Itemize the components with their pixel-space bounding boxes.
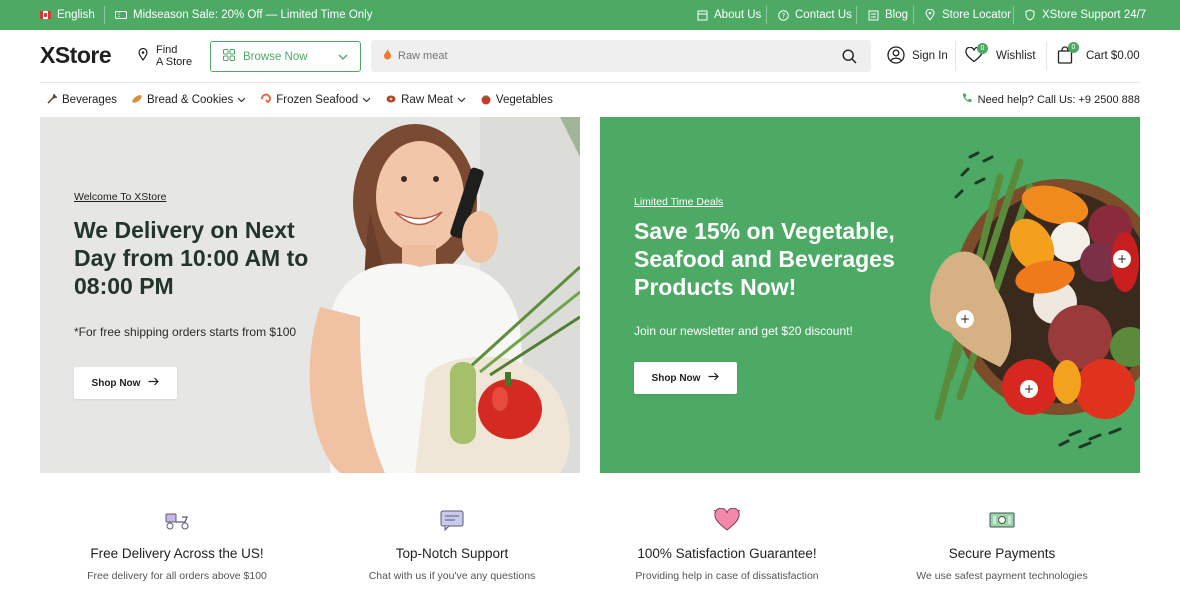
hero-left-title: We Delivery on Next Day from 10:00 AM to… bbox=[74, 217, 309, 299]
hero-banner-deals: + + + Limited Time Deals Save 15% on Veg… bbox=[600, 117, 1140, 473]
wishlist-link[interactable]: 0 Wishlist bbox=[965, 42, 1036, 68]
bottle-icon bbox=[46, 93, 58, 108]
arrow-right-icon bbox=[148, 377, 160, 389]
meat-icon bbox=[385, 93, 397, 108]
heart-icon bbox=[592, 508, 862, 534]
wishlist-count-badge: 0 bbox=[977, 42, 988, 54]
feature-secure-payments: Secure Payments We use safest payment te… bbox=[867, 508, 1137, 582]
hero-right-eyebrow[interactable]: Limited Time Deals bbox=[634, 196, 723, 208]
contact-us-link[interactable]: ? Contact Us bbox=[777, 0, 852, 30]
question-icon: ? bbox=[777, 9, 789, 21]
bread-icon bbox=[131, 93, 143, 108]
shopping-bag-icon: 0 bbox=[1057, 41, 1079, 67]
shop-now-button[interactable]: Shop Now bbox=[634, 362, 737, 394]
location-pin-icon bbox=[138, 47, 148, 64]
cart-link[interactable]: 0 Cart $0.00 bbox=[1057, 41, 1140, 68]
about-us-link[interactable]: About Us bbox=[696, 0, 761, 30]
blog-link[interactable]: Blog bbox=[867, 0, 908, 30]
feature-title: Free Delivery Across the US! bbox=[90, 546, 264, 561]
sign-in-link[interactable]: Sign In bbox=[887, 44, 948, 68]
store-locator-link[interactable]: Store Locator bbox=[924, 0, 1011, 30]
svg-text:?: ? bbox=[781, 12, 785, 20]
chevron-down-icon bbox=[457, 94, 466, 106]
svg-text:+: + bbox=[1024, 382, 1034, 396]
cart-count-badge: 0 bbox=[1068, 41, 1079, 53]
svg-text:+: + bbox=[1117, 252, 1127, 266]
top-bar: English Midseason Sale: 20% Off — Limite… bbox=[0, 0, 1180, 30]
feature-support: Top-Notch Support Chat with us if you've… bbox=[317, 508, 587, 582]
promo-text: Midseason Sale: 20% Off — Limited Time O… bbox=[133, 9, 373, 21]
category-vegetables[interactable]: Vegetables bbox=[480, 93, 553, 108]
site-logo[interactable]: XStore bbox=[40, 42, 112, 69]
search-input[interactable] bbox=[398, 50, 833, 62]
category-bread-cookies[interactable]: Bread & Cookies bbox=[131, 93, 246, 108]
arrow-right-icon bbox=[708, 372, 720, 384]
find-store-link[interactable]: Find A Store bbox=[138, 44, 192, 68]
promo-banner: Midseason Sale: 20% Off — Limited Time O… bbox=[115, 0, 372, 30]
feature-description: Providing help in case of dissatisfactio… bbox=[635, 570, 819, 582]
search-icon[interactable] bbox=[839, 46, 859, 66]
category-beverages[interactable]: Beverages bbox=[46, 93, 117, 108]
language-label: English bbox=[57, 9, 95, 21]
language-selector[interactable]: English bbox=[40, 0, 95, 30]
grid-icon bbox=[223, 49, 235, 64]
ticket-icon bbox=[115, 9, 127, 21]
canada-flag-icon bbox=[40, 11, 51, 19]
hero-right-subtitle: Join our newsletter and get $20 discount… bbox=[634, 324, 853, 338]
feature-title: 100% Satisfaction Guarantee! bbox=[637, 546, 817, 561]
feature-free-delivery: Free Delivery Across the US! Free delive… bbox=[42, 508, 312, 582]
building-icon bbox=[696, 9, 708, 21]
delivery-scooter-icon bbox=[42, 508, 312, 534]
category-raw-meat[interactable]: Raw Meat bbox=[385, 93, 466, 108]
shrimp-icon bbox=[260, 93, 272, 108]
heart-icon: 0 bbox=[965, 42, 988, 66]
blog-icon bbox=[867, 9, 879, 21]
feature-title: Secure Payments bbox=[948, 546, 1056, 561]
user-icon bbox=[887, 45, 905, 67]
feature-title: Top-Notch Support bbox=[395, 546, 509, 561]
shop-now-button[interactable]: Shop Now bbox=[74, 367, 177, 399]
feature-satisfaction: 100% Satisfaction Guarantee! Providing h… bbox=[592, 508, 862, 582]
category-nav: Beverages Bread & Cookies Frozen Seafood… bbox=[46, 90, 553, 110]
feature-description: Free delivery for all orders above $100 bbox=[87, 570, 267, 582]
phone-icon bbox=[961, 92, 973, 107]
category-frozen-seafood[interactable]: Frozen Seafood bbox=[260, 93, 371, 108]
search-bar bbox=[371, 40, 871, 72]
help-phone[interactable]: Need help? Call Us: +9 2500 888 bbox=[961, 92, 1140, 107]
hero-left-eyebrow[interactable]: Welcome To XStore bbox=[74, 191, 166, 203]
browse-now-button[interactable]: Browse Now bbox=[210, 41, 361, 72]
feature-description: We use safest payment technologies bbox=[916, 570, 1088, 582]
svg-text:+: + bbox=[960, 312, 970, 326]
chat-bubble-icon bbox=[317, 508, 587, 534]
hero-right-title: Save 15% on Vegetable, Seafood and Bever… bbox=[634, 218, 895, 300]
feature-description: Chat with us if you've any questions bbox=[368, 570, 536, 582]
shield-icon bbox=[1024, 9, 1036, 21]
money-icon bbox=[867, 508, 1137, 534]
chevron-down-icon bbox=[338, 51, 348, 63]
chevron-down-icon bbox=[237, 94, 246, 106]
chevron-down-icon bbox=[362, 94, 371, 106]
hero-left-subtitle: *For free shipping orders starts from $1… bbox=[74, 325, 297, 339]
hero-banner-delivery: Welcome To XStore We Delivery on Next Da… bbox=[40, 117, 580, 473]
flame-icon bbox=[383, 47, 392, 65]
support-link[interactable]: XStore Support 24/7 bbox=[1024, 0, 1146, 30]
location-pin-icon bbox=[924, 9, 936, 21]
tomato-icon bbox=[480, 93, 492, 108]
